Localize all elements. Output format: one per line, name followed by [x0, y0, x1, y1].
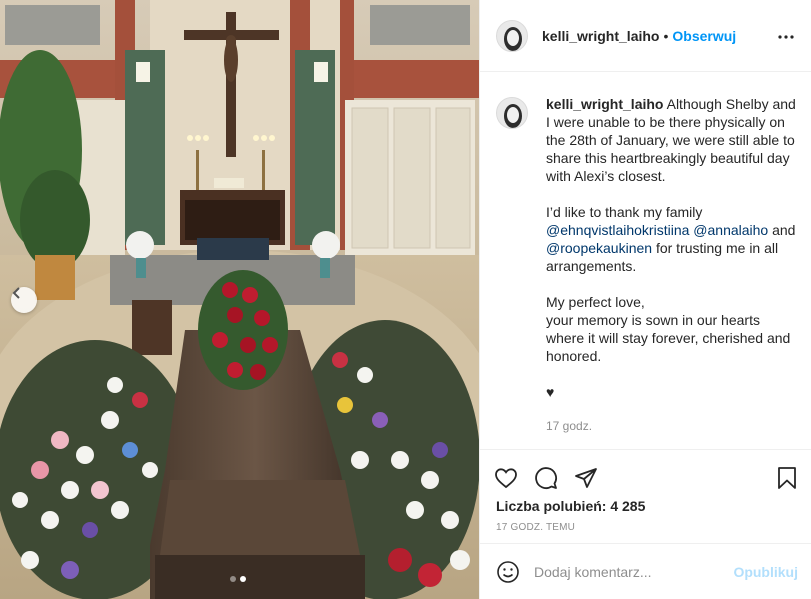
add-comment-form: Opublikuj: [480, 543, 811, 599]
caption-and: and: [772, 222, 796, 238]
publish-button[interactable]: Opublikuj: [733, 564, 798, 580]
follow-button[interactable]: Obserwuj: [672, 28, 736, 44]
heart-icon: [495, 468, 517, 489]
mention-link[interactable]: @ehnqvistlaihokristiina: [546, 222, 689, 238]
avatar[interactable]: [496, 97, 528, 129]
comment-icon: [535, 467, 557, 489]
caption-text: kelli_wright_laiho Although Shelby and I…: [546, 95, 796, 435]
comments-section: kelli_wright_laiho Although Shelby and I…: [480, 73, 811, 449]
like-button[interactable]: [494, 466, 518, 490]
avatar[interactable]: [496, 19, 528, 52]
header-separator: •: [663, 27, 669, 44]
caption-paragraph-2-start: I’d like to thank my family: [546, 204, 703, 220]
carousel-indicator: [230, 576, 246, 582]
mention-link[interactable]: @roopekaukinen: [546, 240, 652, 256]
avatar-image: [497, 20, 527, 51]
caption-time: 17 godz.: [546, 419, 593, 433]
caption: kelli_wright_laiho Although Shelby and I…: [496, 95, 796, 435]
chapel-coffin-image: [0, 0, 479, 599]
caption-paragraph-3-line-1: My perfect love,: [546, 294, 645, 310]
chevron-left-icon: [12, 287, 20, 299]
emoji-button[interactable]: [496, 560, 520, 584]
post-details-panel: kelli_wright_laiho • Obserwuj kelli_wrig…: [479, 0, 811, 599]
more-options-button[interactable]: [777, 27, 795, 45]
post-photo: [0, 0, 479, 599]
paper-plane-icon: [575, 468, 597, 488]
likes-count[interactable]: Liczba polubień: 4 285: [480, 496, 811, 516]
post-actions: Liczba polubień: 4 285 17 GODZ. TEMU: [480, 449, 811, 538]
more-icon: [778, 34, 794, 39]
comment-input[interactable]: [534, 563, 734, 580]
save-button[interactable]: [776, 466, 798, 490]
avatar-image: [497, 98, 527, 128]
post-header: kelli_wright_laiho • Obserwuj: [480, 0, 811, 72]
carousel-dot-active: [240, 576, 246, 582]
caption-heart: ♥: [546, 384, 555, 400]
comment-button[interactable]: [534, 466, 558, 490]
mention-link[interactable]: @annalaiho: [693, 222, 768, 238]
bookmark-icon: [778, 467, 796, 489]
caption-paragraph-3-line-2: your memory is sown in our hearts where …: [546, 312, 791, 364]
header-username[interactable]: kelli_wright_laiho: [542, 28, 659, 44]
share-button[interactable]: [574, 466, 598, 490]
caption-username[interactable]: kelli_wright_laiho: [546, 96, 663, 112]
emoji-icon: [497, 560, 519, 583]
carousel-prev-button[interactable]: [11, 287, 37, 313]
carousel-dot: [230, 576, 236, 582]
post-timestamp[interactable]: 17 GODZ. TEMU: [480, 516, 811, 538]
action-bar: [480, 450, 811, 496]
